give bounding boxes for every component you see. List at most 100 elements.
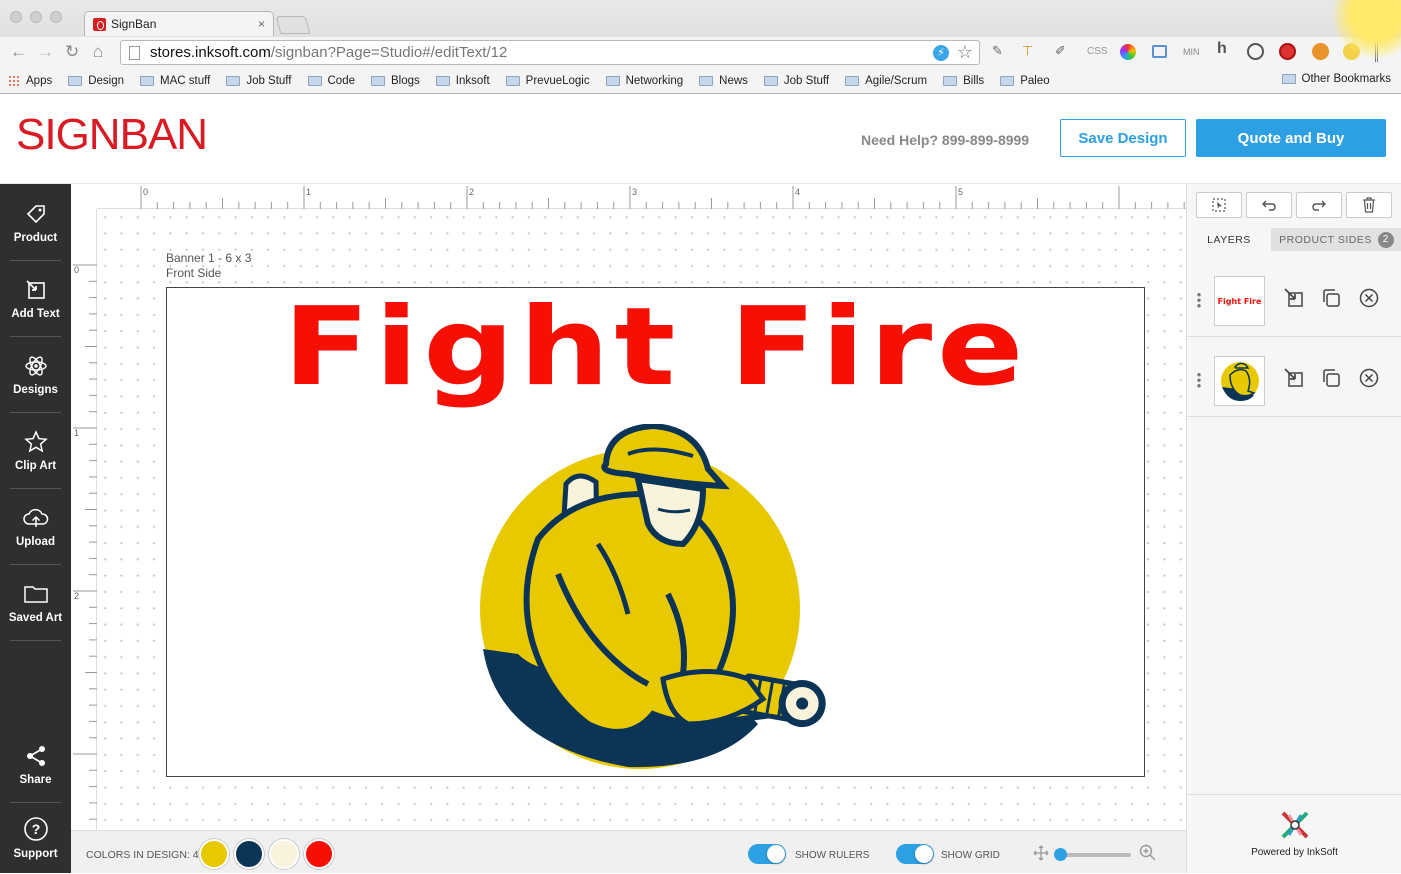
layer-thumbnail[interactable]: Fight Fire [1214, 276, 1265, 326]
remove-layer-icon[interactable] [1359, 288, 1379, 308]
firefighter-clipart[interactable] [478, 424, 833, 769]
folder-icon [605, 76, 620, 86]
delete-button[interactable] [1346, 192, 1392, 218]
dropper-icon[interactable]: ✐ [1055, 43, 1066, 59]
nav-label: Upload [16, 536, 55, 548]
edit-layer-icon[interactable] [1284, 368, 1304, 388]
favicon-icon [93, 17, 106, 31]
app-header: SIGNBAN Need Help? 899-899-8999 Save Des… [0, 94, 1401, 184]
eyedropper-icon[interactable]: ✎ [992, 43, 1003, 59]
zoom-in-icon[interactable] [1139, 844, 1157, 862]
nav-designs[interactable]: Designs [0, 336, 71, 412]
signban-logo[interactable]: SIGNBAN [16, 110, 208, 160]
nav-share[interactable]: Share [0, 726, 71, 802]
bookmark-label: Code [327, 75, 356, 87]
other-bookmarks[interactable]: Other Bookmarks [1281, 73, 1391, 85]
nav-add-text[interactable]: Add Text [0, 260, 71, 336]
zoom-slider-track[interactable] [1059, 853, 1131, 857]
trash-icon [1363, 197, 1375, 213]
bookmark-folder[interactable]: Code [307, 75, 356, 87]
folder-icon [307, 76, 322, 86]
nav-product[interactable]: Product [0, 184, 71, 260]
bookmark-folder[interactable]: Blogs [371, 75, 420, 87]
move-icon[interactable] [1033, 845, 1049, 861]
banner-side: Front Side [166, 266, 222, 280]
back-arrow-icon[interactable]: ← [10, 42, 27, 62]
color-swatch-yellow[interactable] [199, 839, 229, 869]
select-icon [1212, 198, 1226, 212]
color-wheel-icon[interactable] [1120, 44, 1136, 60]
powered-by-inksoft[interactable]: Powered by InkSoft [1187, 794, 1401, 873]
tab-layers[interactable]: LAYERS [1187, 228, 1271, 251]
bookmark-folder[interactable]: Inksoft [435, 75, 490, 87]
drag-handle-icon[interactable] [1197, 372, 1201, 388]
sync-ext-icon[interactable] [1247, 43, 1264, 60]
nav-upload[interactable]: Upload [0, 488, 71, 564]
css-ext-icon[interactable]: CSS [1087, 46, 1108, 57]
layer-row[interactable]: Fight Fire [1187, 264, 1401, 337]
orange-ext-icon[interactable] [1312, 43, 1329, 60]
h-ext-icon[interactable]: h [1217, 40, 1227, 58]
layer-thumbnail[interactable] [1214, 356, 1265, 406]
save-design-button[interactable]: Save Design [1060, 119, 1186, 157]
browser-tab[interactable]: SignBan × [84, 11, 274, 36]
bookmark-apps[interactable]: Apps [8, 75, 52, 87]
edit-layer-icon[interactable] [1284, 288, 1304, 308]
redo-button[interactable] [1296, 192, 1342, 218]
color-swatch-cream[interactable] [269, 839, 299, 869]
bookmark-folder[interactable]: MAC stuff [140, 75, 210, 87]
forward-arrow-icon[interactable]: → [37, 42, 54, 62]
apps-grid-icon [8, 75, 20, 87]
bookmark-star-icon[interactable]: ☆ [957, 42, 973, 63]
bookmark-label: Paleo [1020, 75, 1050, 87]
bookmark-folder[interactable]: Paleo [1000, 75, 1050, 87]
drag-handle-icon[interactable] [1197, 292, 1201, 308]
ruler-label: 5 [958, 187, 963, 197]
color-swatch-navy[interactable] [234, 839, 264, 869]
folder-icon [1000, 76, 1015, 86]
close-window-button[interactable] [10, 11, 22, 23]
duplicate-layer-icon[interactable] [1321, 368, 1341, 388]
bookmark-folder[interactable]: PrevueLogic [505, 75, 590, 87]
minimize-window-button[interactable] [30, 11, 42, 23]
select-tool-button[interactable] [1196, 192, 1242, 218]
banner-canvas[interactable]: Fight Fire [166, 287, 1145, 777]
quote-and-buy-button[interactable]: Quote and Buy [1196, 119, 1386, 157]
headline-text[interactable]: Fight Fire [79, 288, 1232, 408]
tab-close-icon[interactable]: × [258, 17, 265, 31]
color-swatch-red[interactable] [304, 839, 334, 869]
bookmark-folder[interactable]: Job Stuff [226, 75, 292, 87]
bookmark-label: Bills [963, 75, 985, 87]
layer-row[interactable] [1187, 344, 1401, 417]
bookmark-folder[interactable]: Design [68, 75, 124, 87]
bookmark-folder[interactable]: Networking [605, 75, 684, 87]
ruler-ext-icon[interactable]: ⊤ [1022, 43, 1033, 59]
nav-support[interactable]: ? Support [0, 798, 71, 874]
maximize-window-button[interactable] [50, 11, 62, 23]
new-tab-button[interactable] [275, 16, 311, 34]
stop-ext-icon[interactable] [1279, 43, 1296, 60]
nav-clip-art[interactable]: Clip Art [0, 412, 71, 488]
show-rulers-toggle[interactable] [748, 844, 786, 864]
address-bar[interactable]: stores.inksoft.com/signban?Page=Studio#/… [120, 40, 980, 65]
duplicate-layer-icon[interactable] [1321, 288, 1341, 308]
window-ext-icon[interactable] [1152, 45, 1167, 58]
bookmark-folder[interactable]: Job Stuff [763, 75, 830, 87]
nav-saved-art[interactable]: Saved Art [0, 564, 71, 640]
min-ext-icon[interactable]: MIN [1183, 47, 1200, 57]
bookmark-folder[interactable]: Bills [943, 75, 984, 87]
undo-button[interactable] [1246, 192, 1292, 218]
folder-icon [23, 586, 48, 603]
bookmark-label: PrevueLogic [525, 75, 590, 87]
bookmark-folder[interactable]: News [699, 75, 748, 87]
tab-product-sides[interactable]: PRODUCT SIDES 2 [1271, 228, 1401, 251]
zoom-slider-handle[interactable] [1054, 848, 1067, 861]
show-grid-toggle[interactable] [896, 844, 934, 864]
bookmark-folder[interactable]: Agile/Scrum [845, 75, 927, 87]
reload-icon[interactable]: ↻ [65, 42, 79, 62]
remove-layer-icon[interactable] [1359, 368, 1379, 388]
bookmark-label: Job Stuff [783, 75, 830, 87]
bolt-icon[interactable]: ⚡ [933, 45, 949, 61]
home-icon[interactable]: ⌂ [93, 42, 103, 62]
bookmark-label: Networking [625, 75, 684, 87]
